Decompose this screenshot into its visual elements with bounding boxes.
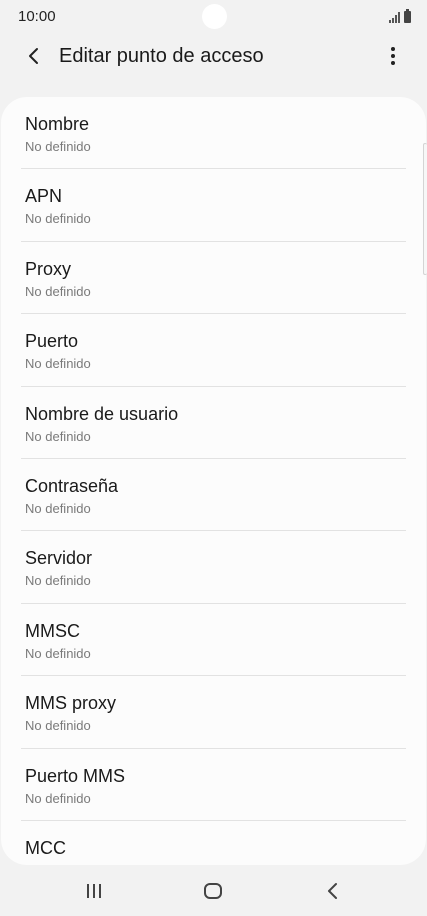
setting-value: No definido [25, 573, 91, 589]
setting-item-puerto-mms[interactable]: Puerto MMS No definido [1, 749, 426, 821]
setting-label: MCC [25, 837, 66, 858]
back-button[interactable] [18, 40, 50, 72]
setting-item-servidor[interactable]: Servidor No definido [1, 531, 426, 604]
setting-item-nombre-de-usuario[interactable]: Nombre de usuario No definido [1, 387, 426, 459]
setting-label: MMSC [25, 620, 80, 641]
scrollbar[interactable] [423, 143, 427, 275]
setting-label: Puerto [25, 331, 79, 352]
home-icon [204, 883, 222, 899]
setting-value: No definido [25, 790, 91, 806]
navigation-bar [0, 866, 427, 916]
battery-icon [404, 9, 411, 23]
settings-list: Nombre No definido APN No definido Proxy… [1, 97, 426, 865]
page-title: Editar punto de acceso [59, 45, 264, 67]
more-vertical-icon [391, 47, 395, 65]
more-options-button[interactable] [377, 40, 409, 72]
status-bar: 10:00 [0, 0, 427, 34]
camera-cutout [202, 4, 227, 29]
back-chevron-icon [328, 883, 337, 899]
setting-label: Servidor [25, 548, 93, 569]
signal-icon [389, 11, 400, 23]
setting-label: APN [25, 186, 63, 207]
setting-item-mmsc[interactable]: MMSC No definido [1, 604, 426, 677]
recent-apps-icon [87, 884, 101, 898]
recent-apps-button[interactable] [70, 874, 118, 908]
home-button[interactable] [189, 874, 237, 908]
setting-label: Proxy [25, 258, 72, 279]
setting-label: Contraseña [25, 475, 119, 496]
nav-back-button[interactable] [309, 874, 357, 908]
setting-value: No definido [25, 139, 91, 154]
setting-item-proxy[interactable]: Proxy No definido [1, 242, 426, 315]
setting-item-nombre[interactable]: Nombre No definido [1, 97, 426, 170]
status-time: 10:00 [18, 8, 56, 25]
setting-item-mcc[interactable]: MCC [1, 821, 426, 865]
setting-label: Nombre de usuario [25, 403, 179, 424]
setting-item-apn[interactable]: APN No definido [1, 169, 426, 242]
setting-value: No definido [25, 718, 91, 734]
setting-item-puerto[interactable]: Puerto No definido [1, 314, 426, 387]
status-icons [389, 9, 411, 23]
setting-value: No definido [25, 645, 91, 661]
app-bar: Editar punto de acceso [0, 34, 427, 80]
setting-value: No definido [25, 428, 91, 444]
setting-item-mms-proxy[interactable]: MMS proxy No definido [1, 676, 426, 749]
setting-label: MMS proxy [25, 693, 117, 714]
settings-card: Nombre No definido APN No definido Proxy… [1, 97, 426, 865]
chevron-left-icon [29, 48, 38, 64]
setting-value: No definido [25, 500, 91, 516]
setting-item-contrasena[interactable]: Contraseña No definido [1, 459, 426, 532]
setting-label: Nombre [25, 114, 90, 134]
setting-value: No definido [25, 211, 91, 227]
setting-label: Puerto MMS [25, 765, 126, 786]
setting-value: No definido [25, 283, 91, 299]
setting-value: No definido [25, 356, 91, 372]
